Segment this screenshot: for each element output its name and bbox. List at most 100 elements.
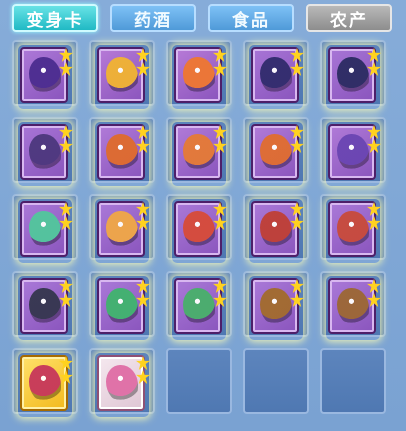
card-art	[183, 211, 215, 249]
empty-inventory-slot[interactable]	[166, 348, 232, 414]
star-icon	[136, 356, 150, 370]
star-rating	[213, 125, 227, 155]
star-rating	[290, 48, 304, 78]
card-art	[29, 57, 61, 95]
inventory-slot[interactable]	[166, 117, 232, 183]
tab-medicinal-wine[interactable]: 药酒	[110, 4, 196, 32]
star-rating	[59, 125, 73, 155]
star-rating	[59, 202, 73, 232]
star-rating	[136, 356, 150, 386]
inventory-slot[interactable]	[320, 40, 386, 106]
card-art	[183, 57, 215, 95]
inventory-slot[interactable]	[320, 194, 386, 260]
star-rating	[136, 125, 150, 155]
inventory-slot[interactable]	[12, 117, 78, 183]
inventory-slot[interactable]	[320, 117, 386, 183]
star-icon	[59, 216, 73, 230]
card-art	[260, 288, 292, 326]
card-art	[337, 134, 369, 172]
inventory-panel: 变身卡 药酒 食品 农产	[0, 0, 406, 431]
empty-inventory-slot[interactable]	[320, 348, 386, 414]
inventory-slot[interactable]	[12, 271, 78, 337]
inventory-slot[interactable]	[166, 271, 232, 337]
star-icon	[367, 48, 381, 62]
star-icon	[59, 139, 73, 153]
star-icon	[136, 370, 150, 384]
inventory-slot[interactable]	[12, 348, 78, 414]
card-art	[29, 134, 61, 172]
star-rating	[136, 202, 150, 232]
empty-inventory-slot[interactable]	[243, 348, 309, 414]
star-icon	[136, 139, 150, 153]
star-icon	[136, 48, 150, 62]
star-icon	[136, 279, 150, 293]
star-icon	[290, 216, 304, 230]
inventory-slot[interactable]	[243, 117, 309, 183]
inventory-slot[interactable]	[243, 194, 309, 260]
inventory-slot[interactable]	[12, 40, 78, 106]
star-icon	[59, 279, 73, 293]
card-art	[106, 211, 138, 249]
inventory-slot[interactable]	[12, 194, 78, 260]
star-icon	[367, 139, 381, 153]
tab-transformation-cards[interactable]: 变身卡	[12, 4, 98, 32]
inventory-slot[interactable]	[243, 271, 309, 337]
star-icon	[213, 48, 227, 62]
inventory-slot[interactable]	[243, 40, 309, 106]
star-icon	[136, 62, 150, 76]
star-icon	[213, 216, 227, 230]
inventory-slot[interactable]	[320, 271, 386, 337]
star-icon	[213, 62, 227, 76]
inventory-slot[interactable]	[166, 194, 232, 260]
star-rating	[136, 48, 150, 78]
card-art	[106, 134, 138, 172]
card-art	[106, 288, 138, 326]
star-icon	[59, 202, 73, 216]
star-icon	[290, 202, 304, 216]
inventory-slot[interactable]	[89, 117, 155, 183]
star-icon	[290, 48, 304, 62]
star-rating	[290, 202, 304, 232]
star-icon	[367, 293, 381, 307]
card-art	[29, 211, 61, 249]
category-tabs: 变身卡 药酒 食品 农产	[0, 0, 406, 36]
card-art	[260, 57, 292, 95]
star-icon	[290, 125, 304, 139]
star-icon	[136, 216, 150, 230]
star-icon	[213, 139, 227, 153]
inventory-slot[interactable]	[89, 348, 155, 414]
card-art	[106, 57, 138, 95]
inventory-slot[interactable]	[166, 40, 232, 106]
star-rating	[367, 48, 381, 78]
star-icon	[136, 125, 150, 139]
inventory-slot[interactable]	[89, 40, 155, 106]
star-rating	[367, 279, 381, 309]
star-icon	[367, 279, 381, 293]
star-icon	[213, 202, 227, 216]
star-icon	[136, 202, 150, 216]
card-art	[183, 134, 215, 172]
star-icon	[59, 293, 73, 307]
card-art	[337, 57, 369, 95]
star-rating	[290, 125, 304, 155]
star-icon	[290, 139, 304, 153]
star-rating	[136, 279, 150, 309]
inventory-slot[interactable]	[89, 194, 155, 260]
star-icon	[367, 216, 381, 230]
star-rating	[59, 48, 73, 78]
star-icon	[213, 293, 227, 307]
tab-food[interactable]: 食品	[208, 4, 294, 32]
card-art	[260, 211, 292, 249]
star-rating	[213, 279, 227, 309]
card-art	[106, 365, 138, 403]
star-rating	[290, 279, 304, 309]
card-art	[337, 211, 369, 249]
star-rating	[213, 202, 227, 232]
star-icon	[367, 62, 381, 76]
star-icon	[59, 125, 73, 139]
tab-farm-products[interactable]: 农产	[306, 4, 392, 32]
card-art	[260, 134, 292, 172]
star-icon	[59, 356, 73, 370]
inventory-slot[interactable]	[89, 271, 155, 337]
star-icon	[290, 293, 304, 307]
